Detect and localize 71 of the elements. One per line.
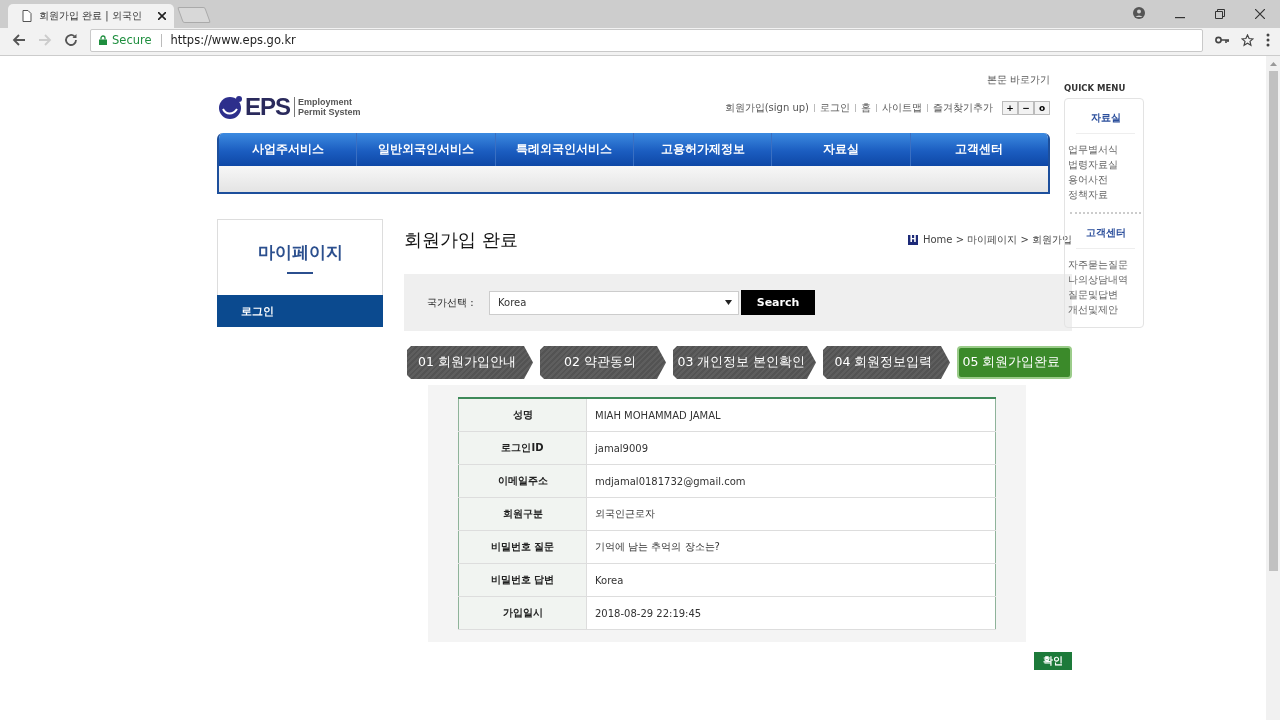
step-indicator: 03 개인정보 본인확인 <box>673 346 816 379</box>
util-link[interactable]: 로그인 <box>820 101 850 115</box>
table-cell: Korea <box>586 563 996 597</box>
row-label: 비밀번호 답변 <box>458 563 587 597</box>
table-cell: 기억에 남는 추억의 장소는? <box>586 530 996 564</box>
dropdown-icon <box>725 300 732 305</box>
row-label: 회원구분 <box>458 497 587 531</box>
step-indicator: 02 약관동의 <box>540 346 666 379</box>
quick-menu-link[interactable]: 정책자료 <box>1068 187 1143 202</box>
close-icon[interactable] <box>158 12 166 20</box>
star-icon[interactable] <box>1241 33 1254 47</box>
sidebar-item[interactable]: 로그인 <box>217 295 383 327</box>
restore-icon[interactable] <box>1215 9 1225 19</box>
secure-label: Secure <box>112 33 152 47</box>
util-link[interactable]: 사이트맵 <box>882 101 922 115</box>
page-icon <box>22 10 32 22</box>
scrollbar[interactable] <box>1266 56 1280 720</box>
table-cell: MIAH MOHAMMAD JAMAL <box>586 398 996 432</box>
row-label: 가입일시 <box>458 596 587 630</box>
zoom-button[interactable]: − <box>1018 101 1034 115</box>
quick-menu-link[interactable]: 질문및답변 <box>1068 287 1143 302</box>
tab-title: 회원가입 완료 | 외국인 <box>39 9 143 23</box>
row-label: 비밀번호 질문 <box>458 530 587 564</box>
browser-tab[interactable]: 회원가입 완료 | 외국인 <box>8 4 174 28</box>
close-icon[interactable] <box>1255 9 1265 19</box>
quick-menu-heading[interactable]: 자료실 <box>1068 111 1143 125</box>
url-text: https://www.eps.go.kr <box>170 33 296 47</box>
sidebar-title: 마이페이지 <box>257 241 343 264</box>
util-link[interactable]: 즐겨찾기추가 <box>933 101 993 115</box>
quick-menu-link[interactable]: 용어사전 <box>1068 172 1143 187</box>
country-select[interactable]: Korea <box>489 290 739 315</box>
confirm-button[interactable]: 확인 <box>1034 652 1072 670</box>
zoom-button[interactable]: o <box>1034 101 1050 115</box>
quick-menu-link[interactable]: 업무별서식 <box>1068 142 1143 157</box>
minimize-icon[interactable] <box>1175 17 1185 19</box>
table-cell: 2018-08-29 22:19:45 <box>586 596 996 630</box>
logo-subtitle: Employment <box>298 97 354 107</box>
quick-menu-link[interactable]: 법령자료실 <box>1068 157 1143 172</box>
reload-icon[interactable] <box>64 33 78 47</box>
quick-menu-link[interactable]: 자주묻는질문 <box>1068 257 1143 272</box>
step-indicator: 01 회원가입안내 <box>407 346 533 379</box>
quick-menu-link[interactable]: 개선및제안 <box>1068 302 1143 317</box>
scroll-thumb[interactable] <box>1268 71 1278 571</box>
quick-menu-link[interactable]: 나의상담내역 <box>1068 272 1143 287</box>
lock-icon <box>99 35 107 45</box>
step-indicator: 04 회원정보입력 <box>823 346 950 379</box>
table-cell: 외국인근로자 <box>586 497 996 531</box>
skip-link[interactable]: 본문 바로가기 <box>986 73 1050 87</box>
row-label: 성명 <box>458 398 587 432</box>
table-cell: mdjamal0181732@gmail.com <box>586 464 996 498</box>
row-label: 이메일주소 <box>458 464 587 498</box>
quick-menu-title: QUICK MENU <box>1064 83 1127 93</box>
step-indicator: 05 회원가입완료 <box>957 346 1072 379</box>
util-link[interactable]: 회원가입(sign up) <box>724 101 809 115</box>
logo-subtitle: Permit System <box>298 107 361 117</box>
home-icon: H <box>908 235 918 245</box>
zoom-button[interactable]: + <box>1002 101 1018 115</box>
key-icon[interactable] <box>1215 36 1229 44</box>
profile-icon[interactable] <box>1133 7 1145 19</box>
address-bar[interactable]: Secure https://www.eps.go.kr <box>90 28 1203 52</box>
util-link[interactable]: 홈 <box>861 101 871 115</box>
country-label: 국가선택 : <box>427 295 475 310</box>
row-label: 로그인ID <box>458 431 587 465</box>
logo-swoosh-icon <box>217 94 243 120</box>
logo-text: EPS <box>245 93 291 121</box>
menu-icon[interactable] <box>1266 33 1270 47</box>
nav-tab[interactable]: 고객센터 <box>910 133 1048 166</box>
search-button[interactable]: Search <box>741 290 815 315</box>
page-title: 회원가입 완료 <box>404 228 518 252</box>
table-cell: jamal9009 <box>586 431 996 465</box>
back-icon[interactable] <box>12 33 26 47</box>
